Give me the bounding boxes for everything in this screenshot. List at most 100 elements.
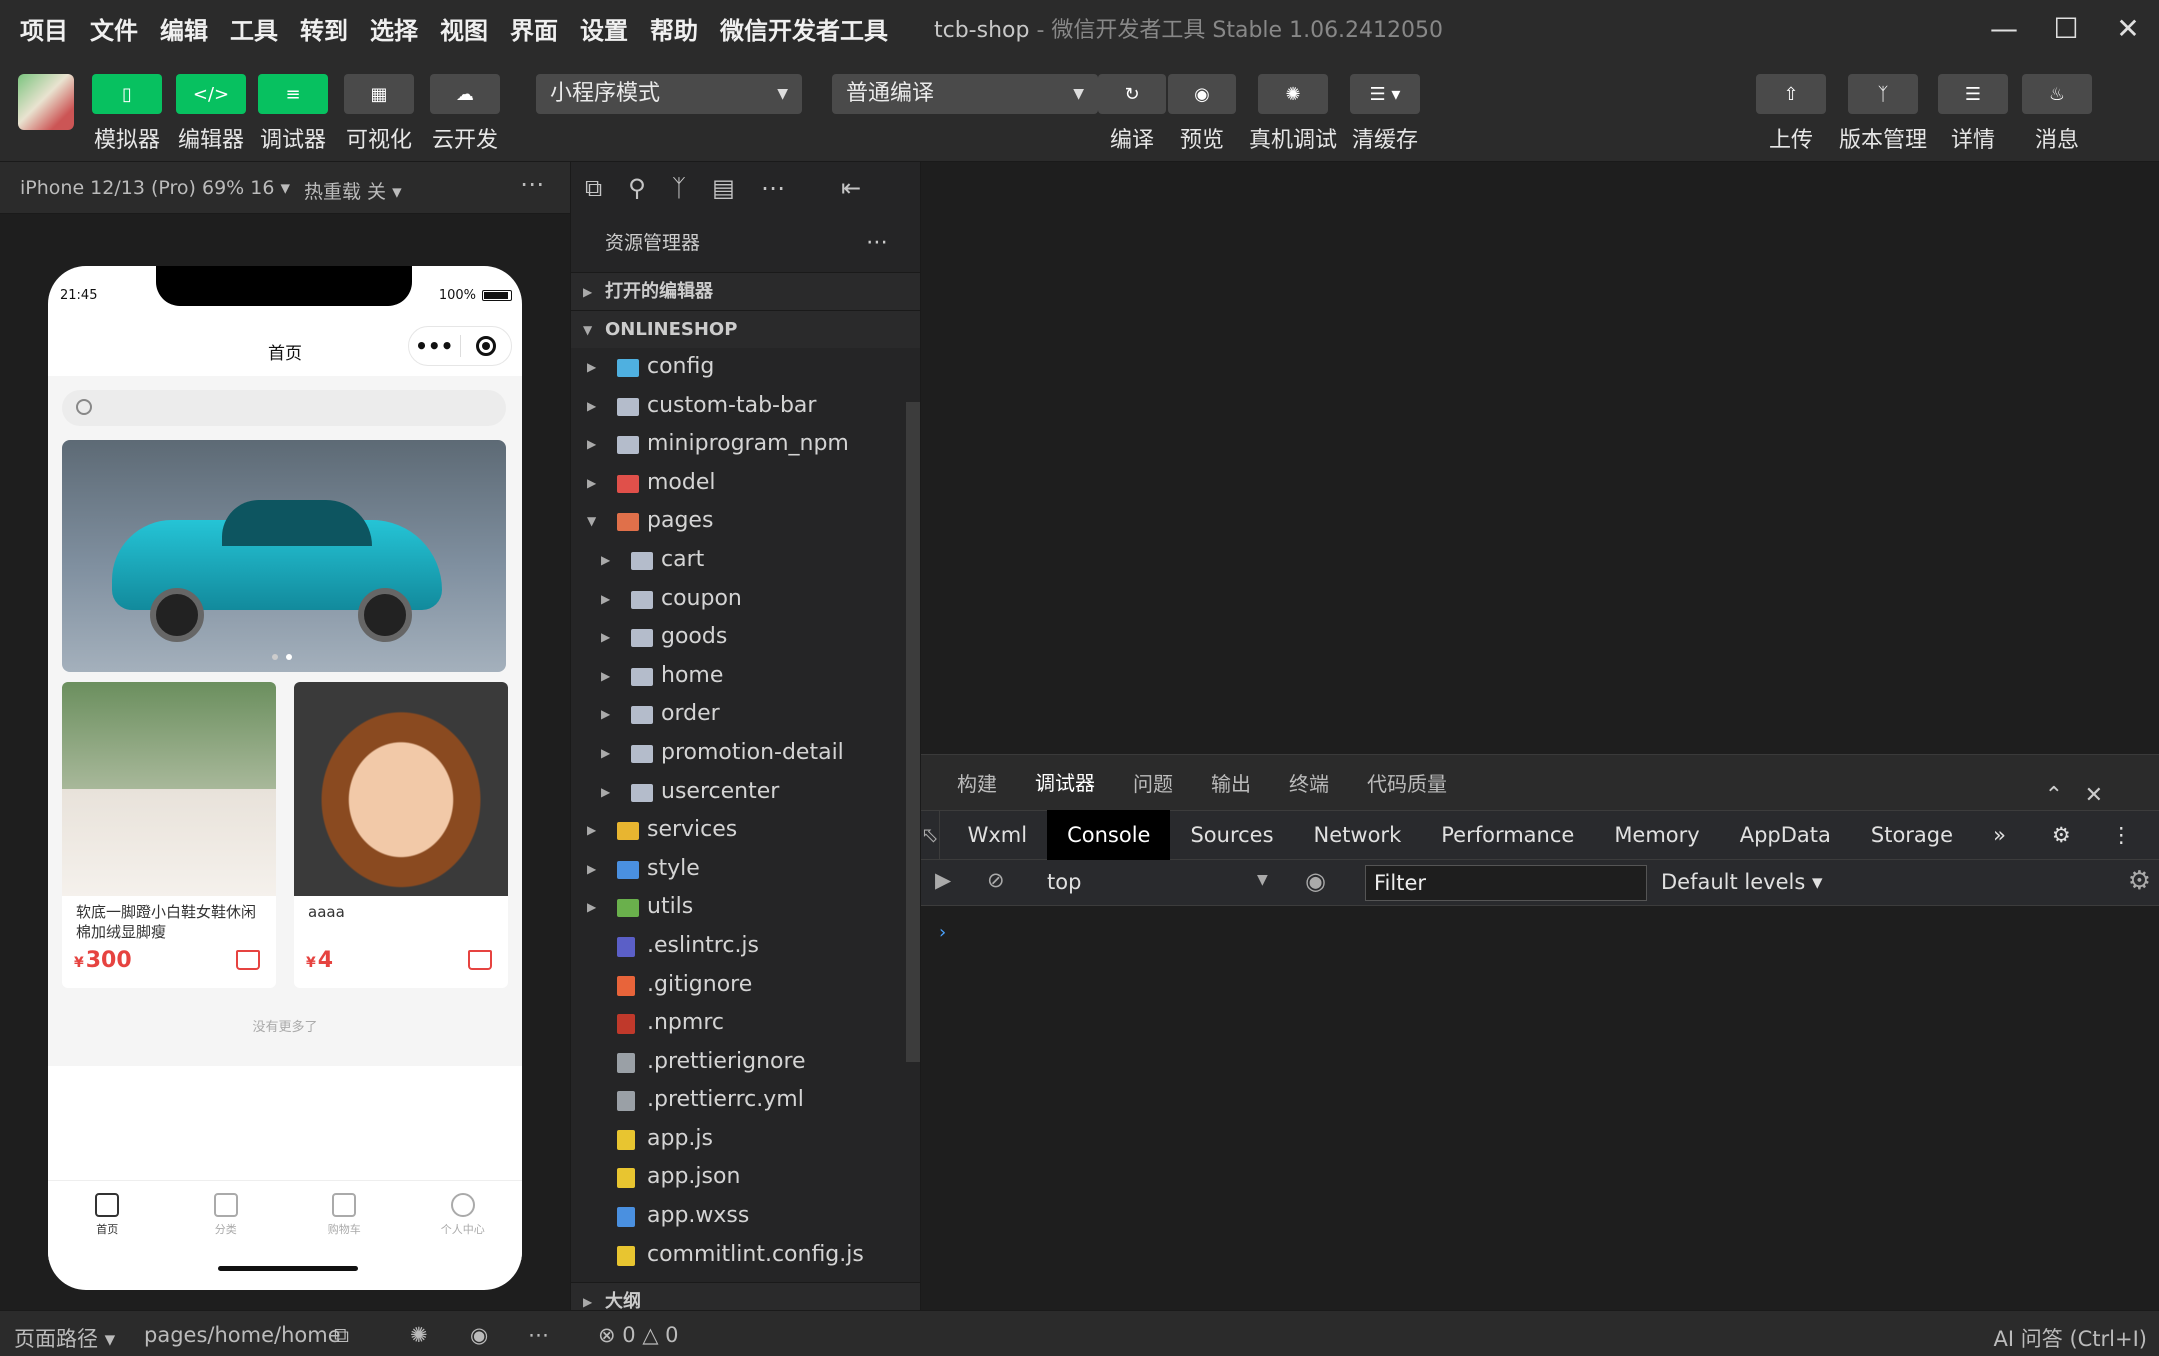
eye-icon[interactable]: ◉ bbox=[1305, 867, 1326, 895]
more-icon[interactable]: ⋯ bbox=[866, 214, 888, 272]
tree-folder[interactable]: ▶ coupon bbox=[571, 580, 920, 619]
menu-item[interactable]: 帮助 bbox=[650, 11, 698, 46]
error-count[interactable]: ⊗ 0 △ 0 bbox=[598, 1323, 679, 1347]
mode-select[interactable]: 小程序模式 ▼ bbox=[536, 74, 802, 114]
page-path-select[interactable]: 页面路径 ▾ bbox=[14, 1323, 115, 1353]
log-levels-select[interactable]: Default levels ▾ bbox=[1661, 870, 1823, 894]
compile-select[interactable]: 普通编译 ▼ bbox=[832, 74, 1098, 114]
close-capsule-icon[interactable] bbox=[460, 336, 511, 356]
search-input[interactable] bbox=[62, 390, 506, 426]
source-control-icon[interactable]: ᛉ bbox=[672, 174, 686, 202]
clear-cache-button[interactable]: ☰ ▾ bbox=[1350, 74, 1420, 114]
devtools-tab[interactable]: Sources bbox=[1170, 810, 1293, 860]
more-icon[interactable]: ⋯ bbox=[528, 1323, 549, 1347]
add-to-cart-icon[interactable] bbox=[468, 950, 492, 970]
tree-folder[interactable]: ▶ services bbox=[571, 811, 920, 850]
eye-icon[interactable]: ◉ bbox=[470, 1323, 488, 1347]
maximize-icon[interactable]: ☐ bbox=[2035, 0, 2097, 56]
menu-item[interactable]: 设置 bbox=[580, 11, 628, 46]
tab-home[interactable]: 首页 bbox=[48, 1181, 167, 1260]
gear-icon[interactable]: ⚙ bbox=[2032, 810, 2091, 860]
scrollbar[interactable] bbox=[906, 402, 920, 1062]
more-icon[interactable]: ⋯ bbox=[520, 170, 544, 198]
tree-folder[interactable]: ▼ pages bbox=[571, 502, 920, 541]
devtools-tab[interactable]: Wxml bbox=[948, 810, 1047, 860]
devtools-tab[interactable]: Network bbox=[1294, 810, 1422, 860]
menu-item[interactable]: 视图 bbox=[440, 11, 488, 46]
tree-folder[interactable]: ▶ usercenter bbox=[571, 773, 920, 812]
context-select[interactable]: top bbox=[1047, 870, 1081, 894]
close-icon[interactable]: ✕ bbox=[2097, 0, 2159, 56]
console-prompt[interactable]: › bbox=[939, 922, 946, 943]
tree-folder[interactable]: ▶ promotion-detail bbox=[571, 734, 920, 773]
tree-folder[interactable]: ▶ goods bbox=[571, 618, 920, 657]
tree-file[interactable]: app.json bbox=[571, 1158, 920, 1197]
visual-button[interactable]: ▦ bbox=[344, 74, 414, 114]
clear-console-icon[interactable]: ⊘ bbox=[987, 868, 1005, 892]
devtools-tab[interactable]: Console bbox=[1047, 810, 1171, 860]
kebab-menu-icon[interactable]: ⋮ bbox=[2091, 810, 2152, 860]
tree-folder[interactable]: ▶ model bbox=[571, 464, 920, 503]
product-card[interactable]: 软底一脚蹬小白鞋女鞋休闲棉加绒显脚瘦 ¥300 bbox=[62, 682, 276, 988]
simulator-toggle-button[interactable]: ▯ bbox=[92, 74, 162, 114]
tree-file[interactable]: .gitignore bbox=[571, 966, 920, 1005]
tree-file[interactable]: app.js bbox=[571, 1120, 920, 1159]
panel-tab[interactable]: 代码质量 bbox=[1367, 754, 1447, 811]
tree-folder[interactable]: ▶ style bbox=[571, 850, 920, 889]
sidebar-toggle-icon[interactable]: ▶︎ bbox=[935, 868, 951, 892]
tree-file[interactable]: .prettierignore bbox=[571, 1043, 920, 1082]
devtools-tab[interactable]: AppData bbox=[1720, 810, 1851, 860]
devtools-tab[interactable]: Performance bbox=[1421, 810, 1594, 860]
compile-button[interactable]: ↻ bbox=[1098, 74, 1166, 114]
copy-icon[interactable]: ⧉ bbox=[334, 1323, 349, 1348]
tree-folder[interactable]: ▶ home bbox=[571, 657, 920, 696]
tree-folder[interactable]: ▶ custom-tab-bar bbox=[571, 387, 920, 426]
menu-item[interactable]: 项目 bbox=[20, 11, 68, 46]
panel-tab[interactable]: 构建 bbox=[957, 754, 997, 811]
search-icon[interactable]: ⚲ bbox=[628, 174, 646, 202]
bug-icon[interactable]: ✺ bbox=[410, 1323, 428, 1347]
tree-file[interactable]: .npmrc bbox=[571, 1004, 920, 1043]
menu-item[interactable]: 微信开发者工具 bbox=[720, 11, 888, 46]
menu-item[interactable]: 文件 bbox=[90, 11, 138, 46]
editor-toggle-button[interactable]: </> bbox=[176, 74, 246, 114]
menu-item[interactable]: 工具 bbox=[230, 11, 278, 46]
tree-file[interactable]: commitlint.config.js bbox=[571, 1236, 920, 1275]
project-section[interactable]: ▼ ONLINESHOP bbox=[571, 310, 920, 348]
menu-item[interactable]: 选择 bbox=[370, 11, 418, 46]
version-button[interactable]: ᛉ bbox=[1848, 74, 1918, 114]
menu-item[interactable]: 转到 bbox=[300, 11, 348, 46]
tree-folder[interactable]: ▶ order bbox=[571, 695, 920, 734]
inspect-icon[interactable]: ⬁ bbox=[921, 810, 940, 860]
upload-button[interactable]: ⇧ bbox=[1756, 74, 1826, 114]
product-card[interactable]: aaaa ¥4 bbox=[294, 682, 508, 988]
hot-reload-select[interactable]: 热重载 关 ▾ bbox=[304, 177, 402, 204]
panel-tab[interactable]: 调试器 bbox=[1035, 753, 1095, 813]
minimize-icon[interactable]: — bbox=[1973, 0, 2035, 56]
more-dots-icon[interactable]: ••• bbox=[409, 334, 460, 358]
more-icon[interactable]: ⋯ bbox=[761, 174, 785, 202]
ai-assistant-button[interactable]: AI 问答 (Ctrl+I) bbox=[1994, 1323, 2147, 1353]
panel-tab[interactable]: 问题 bbox=[1133, 754, 1173, 811]
tab-profile[interactable]: 个人中心 bbox=[404, 1181, 523, 1260]
add-to-cart-icon[interactable] bbox=[236, 950, 260, 970]
remote-debug-button[interactable]: ✺ bbox=[1258, 74, 1328, 114]
tab-category[interactable]: 分类 bbox=[167, 1181, 286, 1260]
device-select[interactable]: iPhone 12/13 (Pro) 69% 16 ▾ bbox=[20, 177, 290, 199]
more-tabs-icon[interactable]: » bbox=[1973, 810, 2026, 860]
tree-folder[interactable]: ▶ utils bbox=[571, 888, 920, 927]
open-editors-section[interactable]: ▶ 打开的编辑器 bbox=[571, 272, 920, 310]
debugger-toggle-button[interactable]: ≡ bbox=[258, 74, 328, 114]
menu-item[interactable]: 编辑 bbox=[160, 11, 208, 46]
devtools-tab[interactable]: Storage bbox=[1851, 810, 1973, 860]
details-button[interactable]: ☰ bbox=[1938, 74, 2008, 114]
menu-item[interactable]: 界面 bbox=[510, 11, 558, 46]
tab-cart[interactable]: 购物车 bbox=[285, 1181, 404, 1260]
collapse-icon[interactable]: ⇤ bbox=[841, 174, 861, 202]
cloud-dev-button[interactable]: ☁ bbox=[430, 74, 500, 114]
panel-tab[interactable]: 输出 bbox=[1211, 754, 1251, 811]
tree-file[interactable]: .prettierrc.yml bbox=[571, 1081, 920, 1120]
tree-folder[interactable]: ▶ config bbox=[571, 348, 920, 387]
tree-file[interactable]: .eslintrc.js bbox=[571, 927, 920, 966]
save-icon[interactable]: ▤ bbox=[712, 174, 735, 202]
